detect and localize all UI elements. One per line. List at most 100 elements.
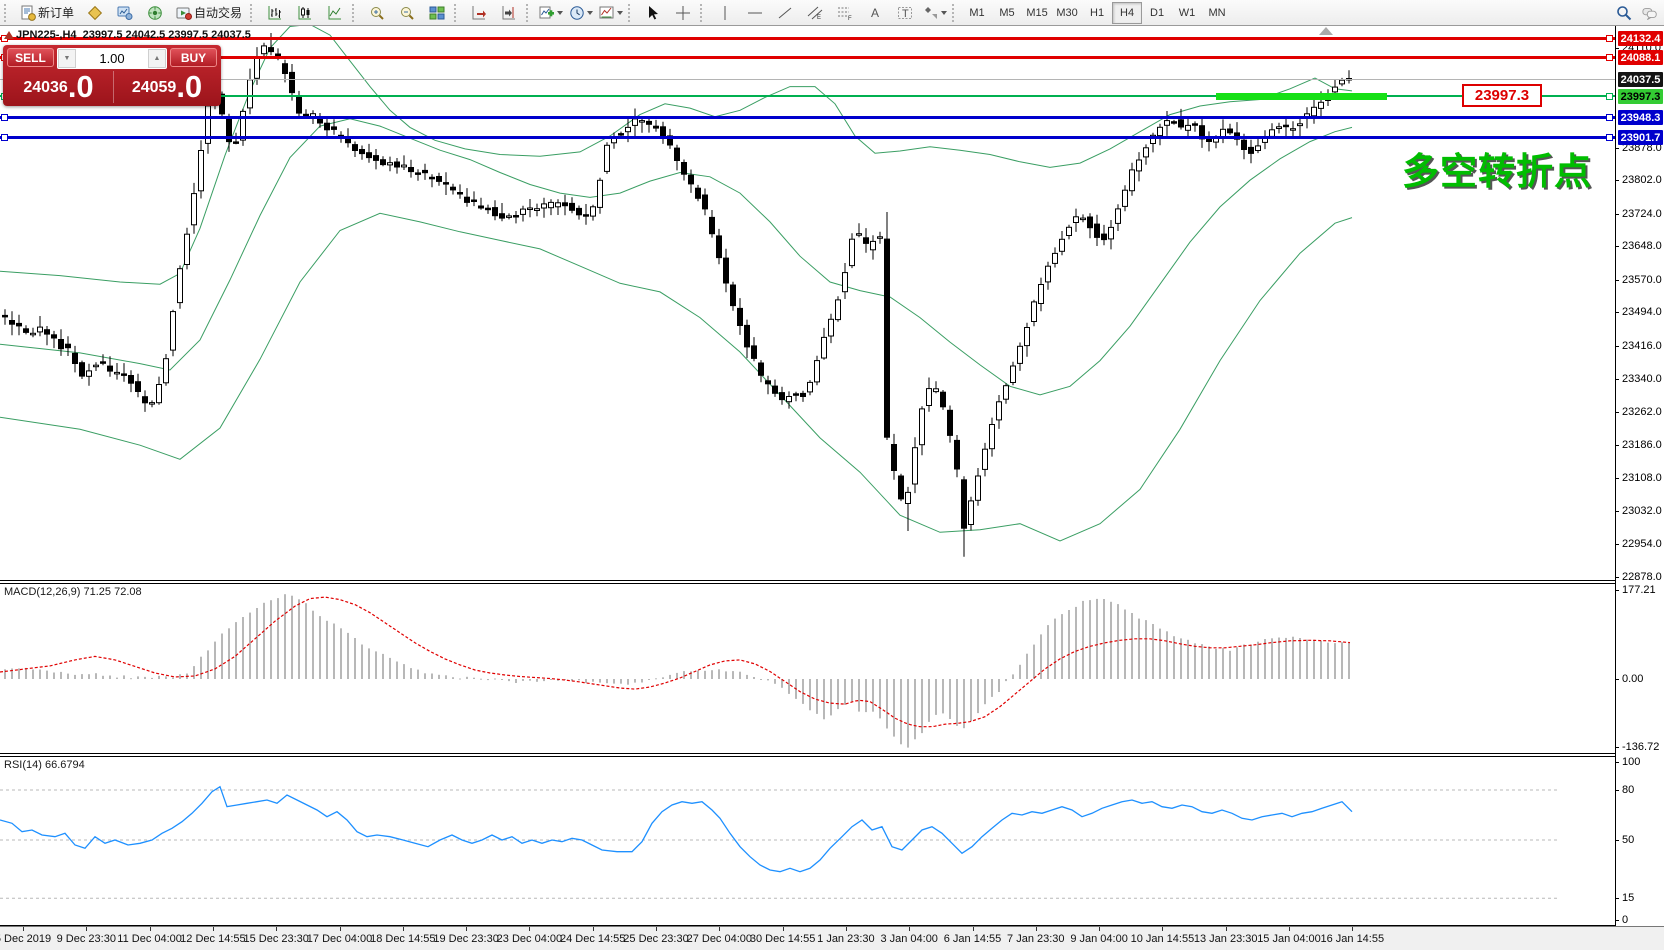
candle-body: [1004, 386, 1009, 400]
channel-tool-button[interactable]: E: [800, 1, 830, 25]
cursor-tool-button[interactable]: [638, 1, 668, 25]
level-line-handle[interactable]: [1606, 134, 1613, 141]
chinese-annotation[interactable]: 多空转折点: [1402, 141, 1592, 195]
candle-body: [143, 397, 148, 403]
price-level-label[interactable]: 23997.3: [1462, 84, 1542, 107]
time-tick: [783, 927, 784, 931]
volume-increase-button[interactable]: ▲: [148, 49, 166, 68]
zoom-in-button[interactable]: [362, 1, 392, 25]
macd-histogram-bar: [641, 679, 643, 683]
level-line-handle[interactable]: [1, 114, 8, 121]
time-tick: [1162, 927, 1163, 931]
buy-button[interactable]: BUY: [170, 48, 217, 67]
period-button[interactable]: [566, 1, 596, 25]
macd-histogram-bar: [1222, 648, 1224, 679]
template-caret: [617, 11, 623, 18]
new-order-button[interactable]: 新订单: [14, 1, 80, 25]
price-axis[interactable]: 24110.023878.023802.023724.023648.023570…: [1615, 26, 1664, 926]
level-line-24088.1[interactable]: [0, 56, 1615, 59]
timeframe-h4-button[interactable]: H4: [1112, 2, 1142, 24]
navigator-button[interactable]: [140, 1, 170, 25]
timeframe-mn-button[interactable]: MN: [1202, 2, 1232, 24]
macd-pane[interactable]: [0, 584, 1615, 753]
timeframe-m1-button[interactable]: M1: [962, 2, 992, 24]
timeframe-w1-button[interactable]: W1: [1172, 2, 1202, 24]
macd-histogram-bar: [1236, 647, 1238, 679]
market-watch-button[interactable]: [80, 1, 110, 25]
rsi-pane[interactable]: [0, 757, 1615, 925]
toolbar-grip[interactable]: [526, 4, 532, 22]
trendline-tool-button[interactable]: [770, 1, 800, 25]
sell-button[interactable]: SELL: [7, 48, 54, 67]
bar-chart-button[interactable]: [260, 1, 290, 25]
volume-value[interactable]: 1.00: [76, 49, 148, 68]
auto-scroll-button[interactable]: [464, 1, 494, 25]
toolbar-grip[interactable]: [4, 4, 10, 22]
time-tick: [340, 927, 341, 931]
macd-histogram-bar: [431, 674, 433, 680]
main-price-chart[interactable]: [0, 26, 1615, 580]
toolbar-grip[interactable]: [700, 4, 706, 22]
navigator-icon: [147, 5, 163, 21]
level-line-23948.3[interactable]: [0, 116, 1615, 119]
vertical-line-tool-button[interactable]: [710, 1, 740, 25]
candle-body: [850, 239, 855, 265]
crosshair-tool-button[interactable]: [668, 1, 698, 25]
level-line-handle[interactable]: [1, 134, 8, 141]
volume-decrease-button[interactable]: ▼: [58, 49, 76, 68]
macd-histogram-bar: [1075, 607, 1077, 679]
label-tool-button[interactable]: T: [890, 1, 920, 25]
toolbar-grip[interactable]: [628, 4, 634, 22]
timeframe-m15-button[interactable]: M15: [1022, 2, 1052, 24]
shapes-tool-button[interactable]: [920, 1, 950, 25]
timeframe-m30-button[interactable]: M30: [1052, 2, 1082, 24]
time-label: 3 Jan 04:00: [880, 933, 938, 945]
chart-shift-button[interactable]: [494, 1, 524, 25]
level-line-handle[interactable]: [1606, 114, 1613, 121]
add-indicator-button[interactable]: [536, 1, 566, 25]
sell-price[interactable]: 24036.0: [5, 69, 112, 105]
macd-histogram-bar: [1215, 649, 1217, 679]
macd-histogram-bar: [711, 670, 713, 679]
toolbar-grip[interactable]: [454, 4, 460, 22]
zoom-out-button[interactable]: [392, 1, 422, 25]
macd-histogram-bar: [137, 676, 139, 679]
macd-histogram-bar: [620, 679, 622, 684]
macd-histogram-bar: [305, 603, 307, 679]
tile-windows-button[interactable]: [422, 1, 452, 25]
fibonacci-tool-button[interactable]: F: [830, 1, 860, 25]
line-chart-button[interactable]: [320, 1, 350, 25]
candle-body: [892, 445, 897, 471]
level-line-24037.5[interactable]: [0, 79, 1615, 80]
candle-body: [24, 329, 29, 333]
template-button[interactable]: [596, 1, 626, 25]
toolbar-grip[interactable]: [352, 4, 358, 22]
time-label: 16 Jan 14:55: [1320, 933, 1384, 945]
data-window-button[interactable]: [110, 1, 140, 25]
candle-body: [38, 327, 43, 332]
community-chat-icon[interactable]: [1642, 5, 1658, 21]
toolbar-grip[interactable]: [250, 4, 256, 22]
level-line-handle[interactable]: [1606, 93, 1613, 100]
timeframe-m5-button[interactable]: M5: [992, 2, 1022, 24]
search-icon[interactable]: [1616, 5, 1632, 21]
timeframe-h1-button[interactable]: H1: [1082, 2, 1112, 24]
candle-body: [1249, 147, 1254, 153]
candlestick-chart-button[interactable]: [290, 1, 320, 25]
level-line-23901.7[interactable]: [0, 136, 1615, 139]
toolbar-grip[interactable]: [952, 4, 958, 22]
timeframe-d1-button[interactable]: D1: [1142, 2, 1172, 24]
horizontal-line-tool-button[interactable]: [740, 1, 770, 25]
rsi-axis-15: 15: [1622, 892, 1634, 904]
autotrading-button[interactable]: 自动交易: [170, 1, 248, 25]
level-line-thick-segment[interactable]: [1216, 93, 1387, 100]
candle-body: [269, 48, 274, 52]
time-axis[interactable]: 5 Dec 20199 Dec 23:3011 Dec 04:0012 Dec …: [0, 926, 1664, 950]
buy-price[interactable]: 24059.0: [114, 69, 220, 105]
chart-shift-marker-icon[interactable]: [1319, 27, 1333, 35]
candle-body: [1060, 239, 1065, 251]
level-line-handle[interactable]: [1606, 54, 1613, 61]
candle-body: [1158, 127, 1163, 135]
level-line-handle[interactable]: [1606, 35, 1613, 42]
text-tool-button[interactable]: A: [860, 1, 890, 25]
